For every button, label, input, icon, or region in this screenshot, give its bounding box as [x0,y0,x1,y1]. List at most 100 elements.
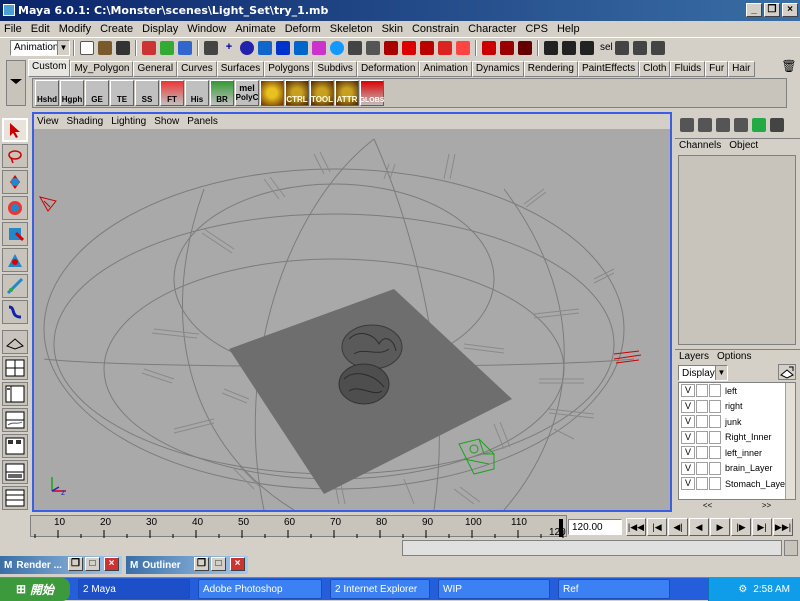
layer-type[interactable] [696,415,708,429]
layer-type[interactable] [696,384,708,398]
layout-four[interactable] [2,356,28,380]
layer-scrollbar[interactable] [785,383,795,499]
layer-visibility[interactable]: V [681,446,695,460]
tab-subdivs[interactable]: Subdivs [313,61,357,77]
tab-fur[interactable]: Fur [705,61,729,77]
render-float-window[interactable]: M Render ... ❐ □ × [0,556,122,574]
layer-row[interactable]: Vbrain_Layer [679,461,795,477]
snap-grid-icon[interactable] [384,40,398,55]
layer-visibility[interactable]: V [681,461,695,475]
select-tool[interactable] [2,118,28,142]
manipulator-tool[interactable] [2,248,28,272]
pin-icon[interactable] [770,118,784,132]
channel-toggle-icon[interactable] [614,40,629,55]
chevron-down-icon[interactable]: ▼ [715,366,727,380]
layer-visibility[interactable]: V [681,477,695,491]
network-icon[interactable]: ⚙ [738,584,747,595]
shelf-button-sphere[interactable] [260,80,284,106]
tab-hair[interactable]: Hair [728,61,755,77]
layer-color[interactable] [709,430,721,444]
toolbox-icon[interactable] [752,118,766,132]
viewport-menu-lighting[interactable]: Lighting [111,116,146,127]
snap-point-icon[interactable] [420,40,434,55]
current-frame-field[interactable]: 120.00 [568,519,622,535]
brain-model[interactable] [341,324,403,370]
channels-menu[interactable]: Channels [679,140,721,151]
menu-animate[interactable]: Animate [235,23,275,35]
lattice-icon[interactable] [294,40,308,55]
menu-help[interactable]: Help [557,23,580,35]
viewport-menu-view[interactable]: View [37,116,59,127]
close-icon[interactable]: × [104,557,119,571]
layer-color[interactable] [709,461,721,475]
shelf-button-his[interactable]: His [185,80,209,106]
select-component-icon[interactable] [178,40,192,55]
step-forward-key-button[interactable]: ▶| [752,518,772,536]
channel-layer-icon[interactable] [716,118,730,132]
step-back-button[interactable]: ◀| [668,518,688,536]
select-object-icon[interactable] [160,40,174,55]
layout-custom[interactable] [2,486,28,510]
viewport-menu-show[interactable]: Show [154,116,179,127]
layer-color[interactable] [709,477,721,491]
shelf-button-ft[interactable]: FT [160,80,184,106]
tab-deformation[interactable]: Deformation [356,61,420,77]
tab-fluids[interactable]: Fluids [670,61,706,77]
start-button[interactable]: ⊞ 開始 [0,577,70,601]
layout-hypershade[interactable] [2,434,28,458]
go-to-end-button[interactable]: ▶▶| [773,518,793,536]
task-internet-explorer[interactable]: 2 Internet Explorer [330,579,430,599]
select-hierarchy-icon[interactable] [142,40,156,55]
perspective-viewport[interactable]: View Shading Lighting Show Panels z [32,112,672,512]
mode-dropdown[interactable]: Animation ▼ [10,39,70,56]
ipr-icon[interactable] [500,40,514,55]
tab-painteffects[interactable]: PaintEffects [577,61,640,77]
render-globals-icon[interactable] [518,40,532,55]
shelf-button-globs[interactable]: GLOBS [360,80,384,106]
open-scene-icon[interactable] [98,40,112,55]
menu-file[interactable]: File [4,23,22,35]
shelf-button-tool[interactable]: TOOL [310,80,334,106]
shelf-button-ctrl[interactable]: CTRL [285,80,309,106]
layout-graph[interactable] [2,408,28,432]
camera-icon[interactable] [348,40,362,55]
layer-visibility[interactable]: V [681,415,695,429]
layout-outliner[interactable] [2,382,28,406]
poly-icon[interactable] [276,40,290,55]
new-scene-icon[interactable] [80,40,94,55]
layer-row[interactable]: Vleft [679,383,795,399]
last-tool[interactable] [2,300,28,324]
new-layer-button[interactable] [778,364,796,380]
shelf-button-hgph[interactable]: Hgph [60,80,84,106]
menu-cps[interactable]: CPS [525,23,548,35]
sel-label[interactable]: sel [600,42,613,53]
snap-plane-icon[interactable] [438,40,452,55]
outliner-float-window[interactable]: M Outliner ❐ □ × [126,556,248,574]
scroll-right-icon[interactable]: >> [762,501,771,511]
layer-type[interactable] [696,399,708,413]
layer-row[interactable]: V Stomach_Layer [679,476,795,492]
attribute-toggle-icon[interactable] [632,40,647,55]
snap-curve-icon[interactable] [402,40,416,55]
render-settings-icon[interactable] [580,40,594,55]
tab-dynamics[interactable]: Dynamics [471,61,524,77]
layout-render[interactable] [2,460,28,484]
layout-single[interactable] [2,330,28,354]
history-icon[interactable] [482,40,496,55]
task-photoshop[interactable]: Adobe Photoshop [198,579,322,599]
tab-polygons[interactable]: Polygons [264,61,314,77]
range-options-button[interactable] [784,540,798,556]
shelf-button-ss[interactable]: SS [135,80,159,106]
shelf-button-ge[interactable]: GE [85,80,109,106]
step-forward-button[interactable]: |▶ [731,518,751,536]
light-icon[interactable] [366,40,380,55]
shelf-button-br[interactable]: BR [210,80,234,106]
maximize-button[interactable]: ❐ [764,3,780,17]
options-menu[interactable]: Options [717,351,751,362]
viewport-menu-shading[interactable]: Shading [67,116,104,127]
range-slider[interactable] [402,540,782,556]
mask-icon[interactable] [204,40,218,55]
restore-icon[interactable]: ❐ [68,557,83,571]
menu-constrain[interactable]: Constrain [412,23,459,35]
rotate-tool[interactable] [2,196,28,220]
